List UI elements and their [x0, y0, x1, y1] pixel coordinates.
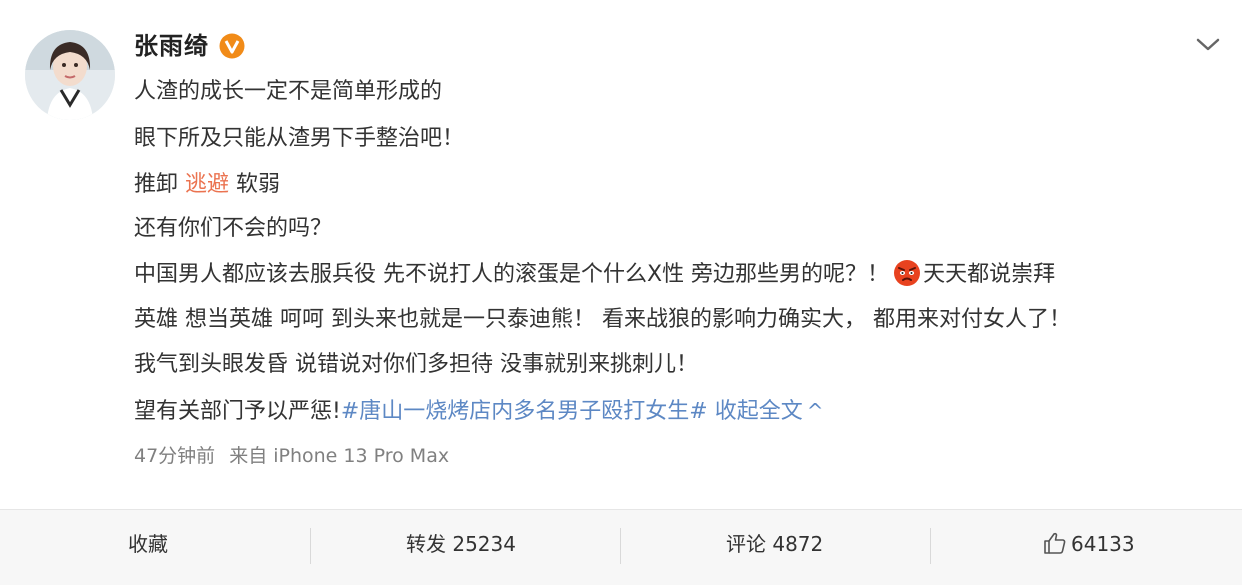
divider — [310, 528, 311, 564]
action-bar: 收藏 转发 25234 评论 4872 64133 — [0, 510, 1242, 585]
post-text-line: 推卸 逃避 软弱 — [134, 170, 280, 200]
chevron-up-icon: ^ — [806, 399, 824, 423]
post-text-fragment: 天天都说崇拜 — [923, 262, 1056, 287]
angry-face-emoji-icon — [894, 260, 921, 286]
chevron-down-icon[interactable] — [1195, 34, 1221, 54]
avatar[interactable] — [25, 30, 115, 120]
verified-badge-icon — [219, 33, 245, 59]
post-text-line: 中国男人都应该去服兵役 先不说打人的滚蛋是个什么X性 旁边那些男的呢？！ 天天都… — [134, 259, 1055, 290]
collapse-full-text-link[interactable]: 收起全文 ^ — [708, 399, 824, 424]
post-text-fragment: 推卸 — [134, 172, 185, 197]
username[interactable]: 张雨绮 — [134, 28, 209, 64]
post-text-line: 还有你们不会的吗？ — [134, 216, 333, 241]
post-text-line: 望有关部门予以严惩!#唐山一烧烤店内多名男子殴打女生# 收起全文 ^ — [134, 396, 823, 427]
like-button[interactable]: 64133 — [1043, 529, 1135, 559]
avatar-image — [25, 30, 115, 120]
post-meta: 47分钟前 来自 iPhone 13 Pro Max — [134, 443, 463, 469]
post-text-line: 人渣的成长一定不是简单形成的 — [134, 79, 443, 104]
post-text-line: 英雄 想当英雄 呵呵 到头来也就是一只泰迪熊！ 看来战狼的影响力确实大， 都用来… — [134, 307, 1071, 332]
favorite-button[interactable]: 收藏 — [128, 529, 168, 559]
post-text-fragment: 中国男人都应该去服兵役 先不说打人的滚蛋是个什么X性 旁边那些男的呢？！ — [134, 262, 890, 287]
highlight-link[interactable]: 逃避 — [185, 172, 229, 197]
thumbs-up-icon — [1044, 532, 1066, 554]
divider — [620, 528, 621, 564]
post-text-fragment: 软弱 — [229, 172, 281, 197]
repost-button[interactable]: 转发 25234 — [406, 529, 516, 559]
post-text-fragment: 望有关部门予以严惩! — [134, 399, 341, 424]
divider — [930, 528, 931, 564]
post-text-line: 眼下所及只能从渣男下手整治吧！ — [134, 126, 465, 151]
comment-button[interactable]: 评论 4872 — [726, 529, 823, 559]
post-source: 来自 iPhone 13 Pro Max — [229, 445, 450, 467]
post-text-line: 我气到头眼发昏 说错说对你们多担待 没事就别来挑刺儿！ — [134, 352, 698, 377]
post-time[interactable]: 47分钟前 — [134, 445, 215, 467]
collapse-label: 收起全文 — [707, 399, 803, 424]
hashtag-topic-link[interactable]: #唐山一烧烤店内多名男子殴打女生# — [341, 399, 708, 424]
like-count: 64133 — [1071, 532, 1135, 556]
